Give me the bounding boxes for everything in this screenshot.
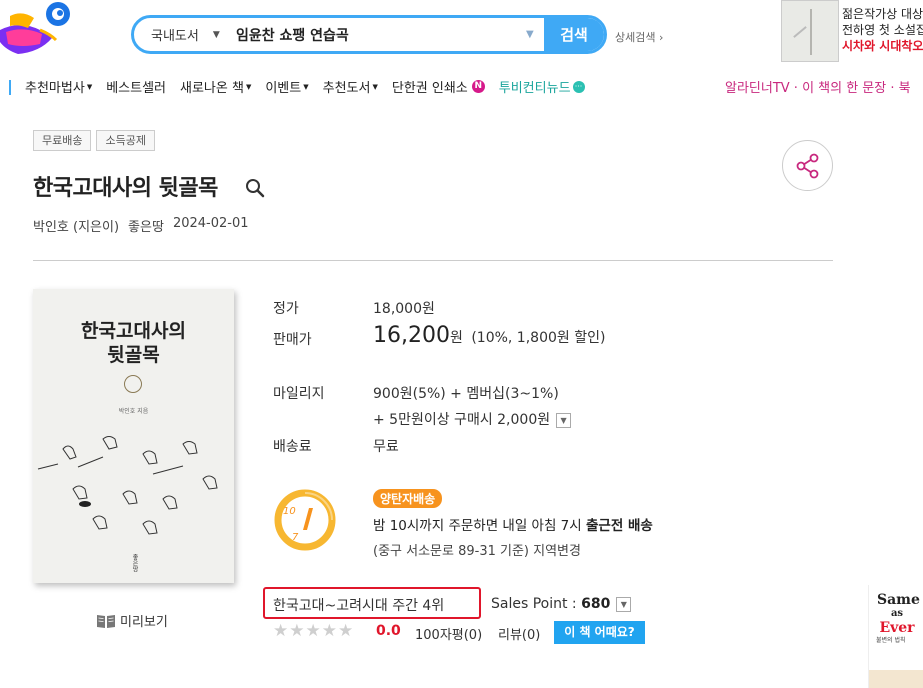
caret-down-icon: ▼ (245, 82, 252, 91)
caret-down-icon: ▼ (86, 82, 93, 91)
nav-divider (9, 80, 11, 95)
more-dots-icon: ··· (572, 80, 585, 93)
star-icon: ★ (338, 621, 354, 641)
ad-book-cover (781, 0, 839, 62)
category-rank[interactable]: 한국고대~고려시대 주간 4위 (273, 595, 444, 615)
side-ad-band (869, 670, 923, 688)
how-is-this-book-button[interactable]: 이 책 어때요? (554, 621, 645, 644)
sale-price-row: 16,200원 (10%, 1,800원 할인) (373, 323, 605, 348)
ad-line-2: 전하영 첫 소설집 (842, 23, 923, 37)
ad-text: 젊은작가상 대상, 전하영 첫 소설집 시차와 시대착오 (842, 6, 923, 54)
nav-item-new-books[interactable]: 새로나온 책 ▼ (180, 77, 251, 96)
aladin-logo[interactable] (0, 0, 78, 62)
search-category-select[interactable]: 국내도서 ▼ (134, 25, 230, 44)
book-title: 한국고대사의 뒷골목 (33, 176, 218, 201)
svg-text:10: 10 (283, 506, 296, 517)
section-divider (33, 260, 833, 261)
nav-item-events[interactable]: 이벤트 ▼ (265, 77, 308, 96)
top-banner-ad[interactable]: 젊은작가상 대상, 전하영 첫 소설집 시차와 시대착오 (781, 0, 923, 62)
nav-item-recommended-books[interactable]: 추천도서 ▼ (323, 77, 378, 96)
discount-info: (10%, 1,800원 할인) (471, 330, 606, 346)
book-meta: 박인호 (지은이) 좋은땅 2024-02-01 (33, 216, 249, 235)
sale-price-label: 판매가 (273, 332, 312, 348)
tag-free-shipping: 무료배송 (33, 130, 92, 151)
cover-illustration (37, 436, 218, 535)
star-icon: ★ (289, 621, 305, 641)
publish-date: 2024-02-01 (172, 216, 249, 231)
book-tags: 무료배송 소득공제 (33, 130, 155, 151)
expand-sales-point-icon[interactable]: ▼ (616, 596, 632, 612)
cover-emblem-icon (124, 375, 142, 393)
sales-point: Sales Point : 680 ▼ (491, 596, 632, 612)
rating-stars: ★ ★ ★ ★ ★ (273, 622, 353, 640)
cover-title: 한국고대사의 뒷골목 (81, 320, 186, 366)
book-open-icon (97, 614, 115, 628)
star-icon: ★ (305, 621, 321, 641)
review-link[interactable]: 리뷰(0) (498, 624, 540, 643)
shipping-value: 무료 (373, 439, 399, 455)
new-badge-icon: N (471, 80, 485, 93)
svg-text:7: 7 (292, 532, 299, 543)
mileage-label: 마일리지 (273, 386, 325, 402)
search-category-label: 국내도서 (151, 29, 199, 44)
cover-author: 박인호 지음 (118, 408, 149, 415)
shipping-label: 배송료 (273, 439, 312, 455)
search-icon[interactable] (245, 178, 265, 198)
delivery-info-line-1: 밤 10시까지 주문하면 내일 아침 7시 출근전 배송 (373, 518, 653, 534)
ad-line-1: 젊은작가상 대상, (842, 7, 923, 21)
caret-down-icon: ▼ (372, 82, 378, 91)
search-bar: 국내도서 ▼ ▼ 검색 (131, 15, 607, 54)
nav-right-links[interactable]: 알라딘너TV · 이 책의 한 문장 · 북 (725, 77, 911, 96)
nav-item-bestseller[interactable]: 베스트셀러 (106, 77, 166, 96)
preview-button[interactable]: 미리보기 (96, 611, 168, 630)
tag-tax-deduction: 소득공제 (96, 130, 155, 151)
side-ad-title: Same as Ever (877, 592, 920, 636)
star-icon: ★ (273, 621, 289, 641)
short-review-link[interactable]: 100자평(0) (415, 624, 482, 643)
side-ad-subtitle: 불변의 법칙 (876, 637, 906, 644)
ad-line-3: 시차와 시대착오 (842, 39, 923, 53)
list-price-value: 18,000원 (373, 301, 435, 317)
mileage-line-1: 900원(5%) + 멤버십(3~1%) (373, 386, 559, 402)
nav-item-tobecontinued[interactable]: 투비컨티뉴드 ··· (499, 77, 585, 96)
delivery-info-line-2[interactable]: (중구 서소문로 89-31 기준) 지역변경 (373, 540, 581, 559)
clock-delivery-icon: 10 7 (274, 489, 336, 551)
caret-down-icon: ▼ (303, 82, 309, 91)
carpet-delivery-tag: 양탄자배송 (373, 489, 443, 508)
list-price-label: 정가 (273, 301, 299, 317)
book-cover[interactable]: 한국고대사의 뒷골목 박인호 지음 좋은땅 (33, 289, 234, 583)
preview-label: 미리보기 (120, 615, 168, 630)
expand-mileage-icon[interactable]: ▼ (556, 412, 572, 428)
chevron-down-icon: ▼ (212, 29, 220, 40)
advanced-search-link[interactable]: 상세검색 › (615, 29, 663, 45)
nav-item-recommend-wizard[interactable]: 추천마법사 ▼ (25, 77, 92, 96)
share-icon (796, 153, 818, 178)
search-input[interactable] (230, 26, 526, 43)
rating-score: 0.0 (376, 623, 401, 639)
cover-publisher: 좋은땅 (131, 554, 138, 572)
dropdown-arrow-icon[interactable]: ▼ (526, 29, 544, 40)
sale-price-value: 16,200 (373, 323, 450, 348)
star-icon: ★ (321, 621, 337, 641)
main-nav: 추천마법사 ▼ 베스트셀러 새로나온 책 ▼ 이벤트 ▼ 추천도서 ▼ 단한권 인쇄소 N… (0, 77, 923, 99)
publisher-link[interactable]: 좋은땅 (128, 216, 164, 235)
side-ad-book[interactable]: Same as Ever 불변의 법칙 (868, 585, 923, 688)
share-button[interactable] (782, 140, 833, 191)
nav-item-single-print[interactable]: 단한권 인쇄소 N (392, 77, 485, 96)
search-button[interactable]: 검색 (544, 18, 604, 51)
mileage-line-2-row: + 5만원이상 구매시 2,000원 ▼ (373, 409, 572, 429)
mileage-line-2: + 5만원이상 구매시 2,000원 (373, 412, 551, 428)
author-link[interactable]: 박인호 (지은이) (33, 216, 119, 235)
sale-price-unit: 원 (449, 330, 463, 346)
